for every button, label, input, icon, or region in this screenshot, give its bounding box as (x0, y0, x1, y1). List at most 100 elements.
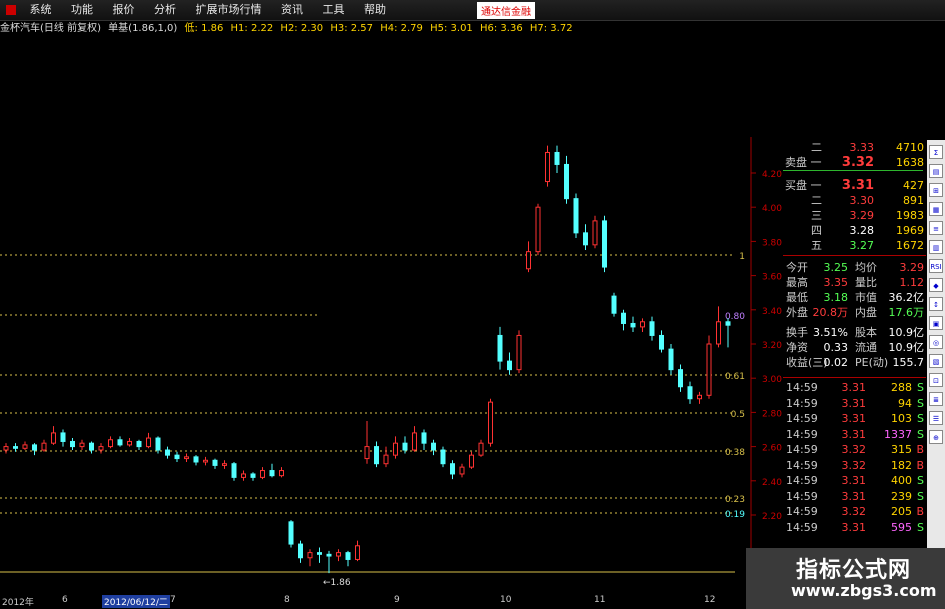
stat-row[interactable]: 最高 3.35 量比 1.12 (783, 275, 926, 290)
candle-body (573, 198, 579, 234)
candle-body (98, 446, 104, 451)
x-axis-label: 7 (170, 595, 176, 605)
menu-system[interactable]: 系统 (22, 0, 60, 20)
stat-label: 最高 (786, 276, 808, 289)
stat-label: 量比 (855, 276, 877, 289)
candle-body (89, 442, 94, 451)
candle-body (640, 321, 645, 328)
y-tick-label: 3.60 (762, 273, 782, 283)
stat-row[interactable]: 净资 0.33 流通 10.9亿 (783, 340, 926, 355)
toolbar-button-icon[interactable]: ◆ (929, 278, 943, 292)
toolbar-button-icon[interactable]: ▧ (929, 354, 943, 368)
toolbar-button-icon[interactable]: ≡ (929, 221, 943, 235)
menu-help[interactable]: 帮助 (356, 0, 394, 20)
order-price: 3.28 (849, 224, 875, 237)
toolbar-button-icon[interactable]: ▦ (929, 202, 943, 216)
candle-body (117, 439, 123, 446)
stat-row[interactable]: 收益(三) 0.02 PE(动) 155.7 (783, 355, 926, 370)
order-price: 3.31 (841, 178, 874, 193)
candlestick-chart[interactable]: 4.20 4.00 3.80 3.60 3.40 3.20 3.00 2.80 2.60 2.40… (0, 37, 783, 594)
candle-body (554, 151, 560, 165)
tick-row[interactable]: 14:59 3.31 1337 S (783, 427, 926, 442)
toolbar-button-icon[interactable]: Σ (929, 145, 943, 159)
stat-label: 收益(三) (786, 356, 828, 369)
candle-body (336, 552, 341, 557)
candle-body (108, 439, 113, 448)
stat-row[interactable]: 最低 3.18 市值 36.2亿 (783, 290, 926, 305)
order-sell-2[interactable]: 二 3.33 4710 (783, 140, 926, 155)
menu-extended-market[interactable]: 扩展市场行情 (188, 0, 270, 20)
order-buy-3[interactable]: 三 3.29 1983 (783, 208, 926, 223)
toolbar-button-icon[interactable]: ▥ (929, 240, 943, 254)
stat-row[interactable]: 换手 3.51% 股本 10.9亿 (783, 325, 926, 340)
candle-body (383, 454, 389, 465)
tick-price: 3.31 (841, 520, 867, 534)
tick-row[interactable]: 14:59 3.32 182 B (783, 458, 926, 473)
stat-value: 3.35 (823, 276, 849, 289)
stat-row[interactable]: 外盘 20.8万 内盘 17.6万 (783, 305, 926, 320)
candle-body (431, 442, 436, 451)
tick-row[interactable]: 14:59 3.31 103 S (783, 411, 926, 426)
order-buy-1[interactable]: 买盘 一 3.31 427 (783, 178, 926, 193)
x-axis-label: 2012/06/12/二 (102, 595, 170, 608)
stat-value: 0.02 (823, 356, 849, 369)
order-buy-5[interactable]: 五 3.27 1672 (783, 238, 926, 253)
toolbar-button-icon[interactable]: ↕ (929, 297, 943, 311)
y-tick-label: 3.00 (762, 375, 782, 385)
toolbar-button-icon[interactable]: ≣ (929, 392, 943, 406)
stat-value: 3.51% (813, 326, 848, 339)
stat-label: 内盘 (855, 306, 877, 319)
tick-side: B (916, 443, 924, 456)
order-buy-4[interactable]: 四 3.28 1969 (783, 223, 926, 238)
order-sell-1[interactable]: 卖盘 一 3.32 1638 (783, 155, 926, 170)
candle-body (260, 470, 265, 478)
indicator-info-bar: 金杯汽车(日线 前复权) 单基(1.86,1,0) 低: 1.86 H1: 2.… (0, 21, 577, 37)
candle-body (307, 552, 313, 559)
order-label: 买盘 一 (785, 179, 822, 192)
tick-row[interactable]: 14:59 3.32 315 B (783, 442, 926, 457)
brand-badge[interactable]: 通达信金融 (477, 2, 535, 19)
tick-row[interactable]: 14:59 3.31 595 S (783, 520, 926, 535)
tick-row[interactable]: 14:59 3.31 288 S (783, 380, 926, 395)
y-tick-label: 2.80 (762, 409, 782, 419)
stat-value: 10.9亿 (888, 326, 925, 339)
candle-body (583, 232, 588, 246)
indicator-h2: H2: 2.30 (280, 23, 324, 34)
tick-row[interactable]: 14:59 3.31 239 S (783, 489, 926, 504)
stat-value: 17.6万 (888, 306, 925, 319)
candle-body (250, 473, 256, 478)
order-price: 3.27 (849, 239, 875, 252)
stat-row[interactable]: 今开 3.25 均价 3.29 (783, 260, 926, 275)
toolbar-button-icon[interactable]: RSI (929, 259, 943, 273)
tick-price: 3.31 (841, 381, 867, 394)
toolbar-button-icon[interactable]: ☰ (929, 411, 943, 425)
toolbar-button-icon[interactable]: ⊡ (929, 373, 943, 387)
order-label: 五 (811, 239, 822, 252)
tick-row[interactable]: 14:59 3.31 94 S (783, 396, 926, 411)
candle-body (60, 432, 66, 442)
tick-volume: 1337 (884, 427, 912, 441)
menu-tools[interactable]: 工具 (315, 0, 353, 20)
tick-time: 14:59 (786, 412, 818, 425)
menu-news[interactable]: 资讯 (273, 0, 311, 20)
candle-body (288, 521, 294, 545)
menu-analysis[interactable]: 分析 (146, 0, 184, 20)
tick-side: S (917, 412, 924, 425)
tick-row[interactable]: 14:59 3.32 205 B (783, 504, 926, 519)
toolbar-button-icon[interactable]: ▣ (929, 316, 943, 330)
toolbar-button-icon[interactable]: ⊞ (929, 183, 943, 197)
toolbar-button-icon[interactable]: ▤ (929, 164, 943, 178)
order-buy-2[interactable]: 二 3.30 891 (783, 193, 926, 208)
toolbar-button-icon[interactable]: ◎ (929, 335, 943, 349)
x-axis-label: 9 (394, 595, 400, 605)
candle-body (326, 553, 332, 557)
y-tick-label: 4.00 (762, 204, 782, 214)
menu-quote[interactable]: 报价 (105, 0, 143, 20)
toolbar-button-icon[interactable]: ⊕ (929, 430, 943, 444)
candle-body (269, 470, 275, 477)
candle-body (22, 444, 28, 449)
menu-function[interactable]: 功能 (63, 0, 101, 20)
tick-volume: 182 (891, 458, 912, 472)
tick-row[interactable]: 14:59 3.31 400 S (783, 473, 926, 488)
candle-body (193, 456, 199, 463)
